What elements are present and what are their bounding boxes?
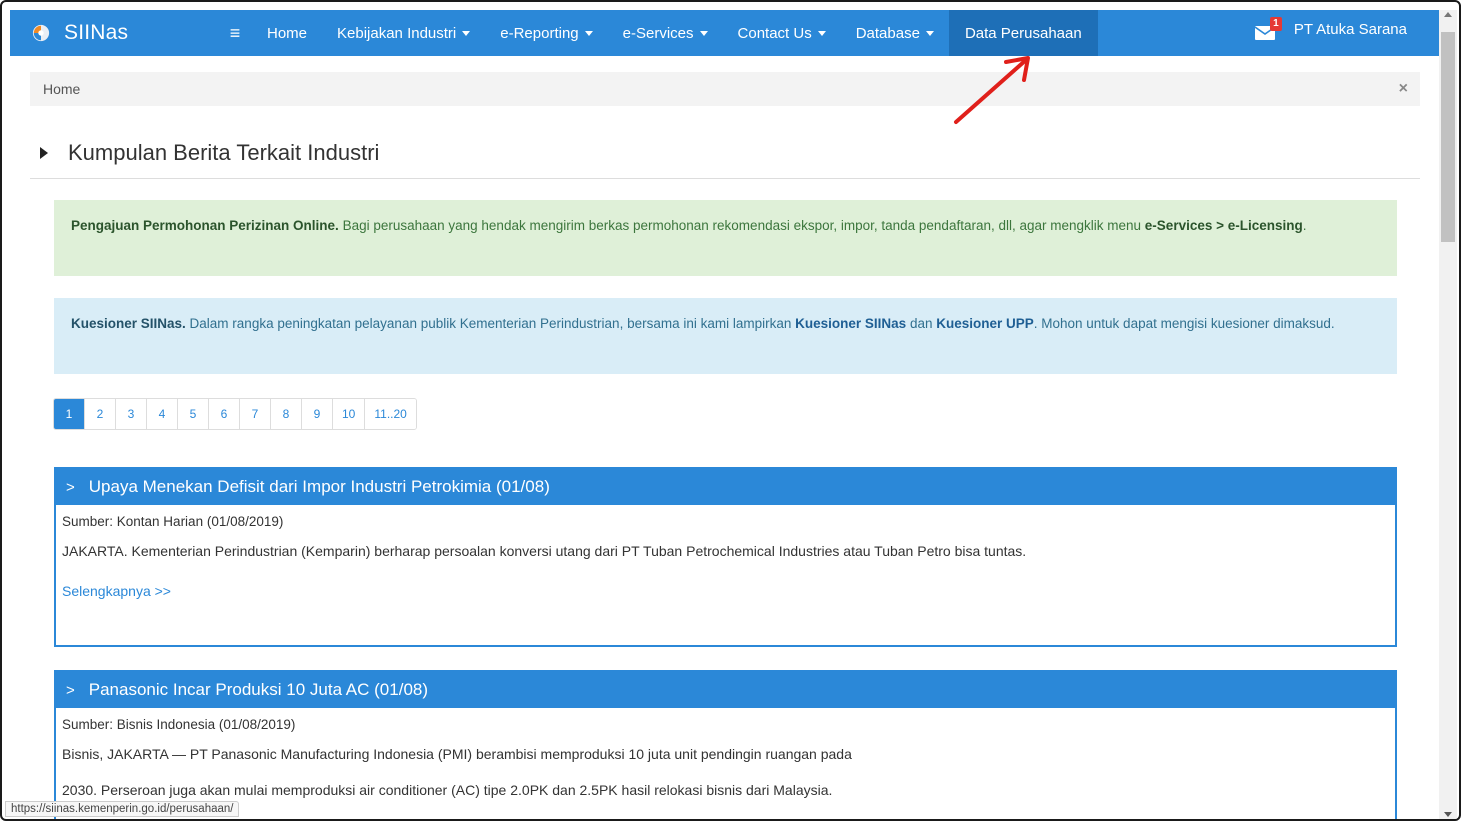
news-card: > Upaya Menekan Defisit dari Impor Indus… <box>54 467 1397 647</box>
news-source: Sumber: Bisnis Indonesia (01/08/2019) <box>62 717 296 732</box>
breadcrumb-home[interactable]: Home <box>43 81 80 97</box>
news-source: Sumber: Kontan Harian (01/08/2019) <box>62 514 284 529</box>
notifications-button[interactable]: 1 <box>1250 10 1282 56</box>
licensing-alert-lead: Pengajuan Permohonan Perizinan Online. <box>71 218 339 233</box>
nav-database[interactable]: Database <box>841 10 949 56</box>
user-menu[interactable]: PT Atuka Sarana <box>1294 21 1441 38</box>
page-title: Kumpulan Berita Terkait Industri <box>68 140 380 165</box>
page-3[interactable]: 3 <box>116 399 147 429</box>
licensing-alert-menu: e-Services > e-Licensing <box>1144 218 1303 233</box>
section-header[interactable]: Kumpulan Berita Terkait Industri <box>40 140 379 166</box>
caret-down-icon <box>817 30 826 36</box>
nav-home-label: Home <box>267 24 308 42</box>
scroll-up-arrow-icon[interactable] <box>1444 12 1452 17</box>
hamburger-icon[interactable]: ≡ <box>218 23 252 44</box>
caret-right-icon <box>40 147 48 159</box>
page-9[interactable]: 9 <box>302 399 333 429</box>
kuesioner-upp-link[interactable]: Kuesioner UPP <box>936 316 1034 331</box>
page-2[interactable]: 2 <box>85 399 116 429</box>
link-status-bar: https://siinas.kemenperin.go.id/perusaha… <box>5 801 240 817</box>
news-card-header[interactable]: > Panasonic Incar Produksi 10 Juta AC (0… <box>56 672 1395 708</box>
page-10[interactable]: 10 <box>333 399 366 429</box>
nav-kebijakan-industri[interactable]: Kebijakan Industri <box>322 10 485 56</box>
nav-home[interactable]: Home <box>252 10 322 56</box>
licensing-alert: Pengajuan Permohonan Perizinan Online. B… <box>54 200 1397 276</box>
kuesioner-siinas-link[interactable]: Kuesioner SIINas <box>795 316 906 331</box>
chevron-right-icon: > <box>66 478 75 496</box>
page-4[interactable]: 4 <box>147 399 178 429</box>
close-icon[interactable]: × <box>1399 80 1408 98</box>
caret-down-icon <box>925 30 934 36</box>
scrollbar-thumb[interactable] <box>1441 32 1455 242</box>
nav-e-reporting[interactable]: e-Reporting <box>485 10 607 56</box>
page-8[interactable]: 8 <box>271 399 302 429</box>
news-title: Panasonic Incar Produksi 10 Juta AC (01/… <box>88 680 429 699</box>
nav-contact-label: Contact Us <box>737 24 812 42</box>
questionnaire-alert: Kuesioner SIINas. Dalam rangka peningkat… <box>54 298 1397 374</box>
page-5[interactable]: 5 <box>178 399 209 429</box>
questionnaire-alert-mid: dan <box>906 316 937 331</box>
nav-database-label: Database <box>855 24 920 42</box>
news-card-header[interactable]: > Upaya Menekan Defisit dari Impor Indus… <box>56 469 1395 505</box>
questionnaire-alert-end: . Mohon untuk dapat mengisi kuesioner di… <box>1033 316 1335 331</box>
vertical-scrollbar[interactable] <box>1439 10 1457 819</box>
nav-right: 1 PT Atuka Sarana <box>1250 10 1441 56</box>
page-11-20[interactable]: 11..20 <box>365 399 416 429</box>
read-more-link[interactable]: Selengkapnya >> <box>56 561 1395 599</box>
breadcrumb: Home × <box>30 72 1420 106</box>
caret-down-icon <box>699 30 708 36</box>
scroll-down-arrow-icon[interactable] <box>1444 812 1452 817</box>
news-card: > Panasonic Incar Produksi 10 Juta AC (0… <box>54 670 1397 819</box>
browser-frame: SIINas ≡ Home Kebijakan Industri e-Repor… <box>0 0 1461 821</box>
nav-data-perusahaan-label: Data Perusahaan <box>964 24 1082 42</box>
news-excerpt-continued: 2030. Perseroan juga akan mulai memprodu… <box>62 782 833 798</box>
nav-e-services[interactable]: e-Services <box>608 10 723 56</box>
caret-down-icon <box>584 30 593 36</box>
chevron-right-icon: > <box>66 681 75 699</box>
page-7[interactable]: 7 <box>240 399 271 429</box>
brand-name: SIINas <box>64 21 129 44</box>
divider <box>30 178 1420 179</box>
licensing-alert-text: Bagi perusahaan yang hendak mengirim ber… <box>338 218 1145 233</box>
pagination: 1 2 3 4 5 6 7 8 9 10 11..20 <box>53 398 417 430</box>
nav-eservices-label: e-Services <box>622 24 694 42</box>
page-6[interactable]: 6 <box>209 399 240 429</box>
news-title: Upaya Menekan Defisit dari Impor Industr… <box>88 477 550 496</box>
nav-ereporting-label: e-Reporting <box>500 24 579 42</box>
nav-contact-us[interactable]: Contact Us <box>723 10 841 56</box>
top-navbar: SIINas ≡ Home Kebijakan Industri e-Repor… <box>10 10 1441 56</box>
questionnaire-alert-lead: Kuesioner SIINas. <box>71 316 186 331</box>
caret-down-icon <box>462 30 471 36</box>
questionnaire-alert-text: Dalam rangka peningkatan pelayanan publi… <box>185 316 796 331</box>
annotation-arrow-icon <box>954 56 1030 124</box>
news-excerpt: Bisnis, JAKARTA — PT Panasonic Manufactu… <box>62 746 852 762</box>
page-1[interactable]: 1 <box>54 399 85 429</box>
nav-kebijakan-label: Kebijakan Industri <box>337 24 457 42</box>
news-excerpt: JAKARTA. Kementerian Perindustrian (Kemp… <box>62 543 1027 559</box>
brand[interactable]: SIINas <box>10 10 210 56</box>
globe-logo-icon <box>32 24 50 42</box>
licensing-alert-end: . <box>1302 218 1307 233</box>
notification-badge: 1 <box>1269 17 1282 31</box>
